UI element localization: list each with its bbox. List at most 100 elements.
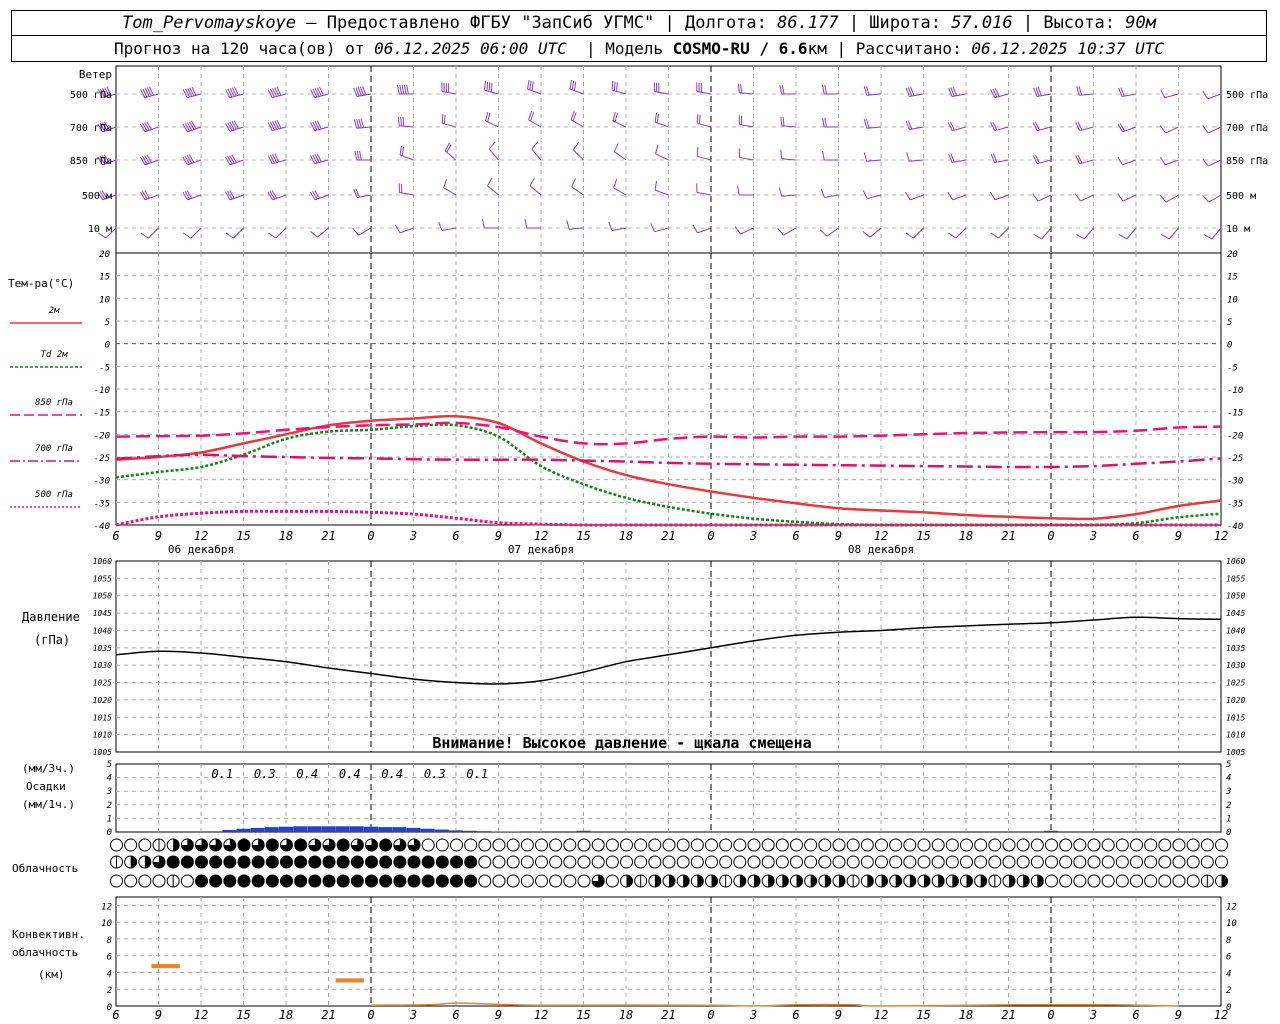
conv-unit: (км) xyxy=(38,968,65,981)
wind-barb-shaft xyxy=(867,194,882,200)
wind-barb-shaft xyxy=(994,194,1009,201)
cloud-symbol xyxy=(846,855,860,869)
cloud-symbol xyxy=(1059,855,1073,869)
temp-tick-right: -15 xyxy=(1227,409,1243,419)
cloud-title: Облачность xyxy=(12,862,78,875)
cloud-symbol xyxy=(733,855,747,869)
cloud-fill-half xyxy=(839,875,845,887)
wind-barb-shaft xyxy=(487,185,499,196)
wind-barb-shaft xyxy=(1164,159,1179,166)
wind-barb-shaft xyxy=(1164,93,1179,99)
wind-barb-feather xyxy=(224,156,231,166)
x-tick-bottom: 9 xyxy=(495,1008,502,1022)
cloud-symbol xyxy=(1002,855,1016,869)
wind-barb-feather xyxy=(573,81,577,91)
cloud-symbol xyxy=(506,838,520,852)
wind-barb-feather xyxy=(443,179,448,189)
cloud-symbol xyxy=(747,838,761,852)
wind-barb-shaft xyxy=(1126,227,1137,240)
wind-barb-feather xyxy=(1202,194,1209,203)
x-tick-temp: 3 xyxy=(749,529,757,543)
cloud-symbol xyxy=(1045,838,1058,852)
x-tick-temp: 21 xyxy=(661,529,675,543)
x-tick-temp: 9 xyxy=(495,529,502,543)
x-tick-temp: 6 xyxy=(452,529,459,543)
precip-title: Осадки xyxy=(26,780,66,793)
wind-barb-shaft xyxy=(190,227,202,239)
wind-barb-feather xyxy=(613,143,619,153)
wind-barb-feather xyxy=(780,149,783,159)
wind-barb-feather xyxy=(443,114,446,124)
precip-bar xyxy=(420,828,435,832)
cloud-symbol xyxy=(804,838,818,852)
wind-barb-feather xyxy=(400,116,403,127)
wind-barb-feather xyxy=(360,118,365,128)
cloud-symbol xyxy=(889,838,903,852)
wind-level-label-right: 10 м xyxy=(1226,224,1250,235)
wind-barb-feather xyxy=(866,119,870,129)
cloud-fill-half xyxy=(980,875,987,887)
cloud-symbol xyxy=(492,855,506,869)
legend-label: Td 2м xyxy=(40,350,68,360)
cloud-fill-half xyxy=(1037,875,1044,887)
wind-barb-feather xyxy=(399,84,402,95)
wind-barb-shaft xyxy=(655,153,669,161)
wind-barb-feather xyxy=(531,141,538,150)
cloud-symbol xyxy=(1186,874,1200,888)
cloud-symbol xyxy=(690,838,704,852)
wind-barb-feather xyxy=(146,154,152,163)
cloud-symbol xyxy=(1144,855,1158,869)
cloud-symbol xyxy=(591,855,605,869)
precip-tick-right: 3 xyxy=(1225,787,1231,797)
temp-tick-right: -5 xyxy=(1227,363,1238,373)
cloud-fill-full xyxy=(379,856,392,868)
pressure-tick-left: 1055 xyxy=(93,574,112,583)
cloud-symbol xyxy=(690,855,704,869)
cloud-fill-full xyxy=(195,856,208,868)
cloud-symbol xyxy=(577,855,591,869)
precip-tick-right: 2 xyxy=(1226,801,1231,811)
wind-barb-feather xyxy=(824,117,827,128)
pressure-tick-left: 1015 xyxy=(93,713,112,722)
cloud-fill-full xyxy=(223,856,236,868)
wind-barb-feather xyxy=(402,116,405,127)
pressure-tick-right: 1040 xyxy=(1226,626,1245,635)
x-tick-bottom: 0 xyxy=(367,1008,374,1022)
temp-tick-right: 5 xyxy=(1227,318,1232,328)
wind-barb-feather xyxy=(441,114,444,124)
temp-tick-right: 20 xyxy=(1227,250,1238,260)
wind-barb-feather xyxy=(144,155,150,164)
pressure-tick-right: 1055 xyxy=(1226,574,1245,583)
x-tick-temp: 9 xyxy=(155,529,162,543)
pressure-tick-right: 1030 xyxy=(1226,661,1245,670)
cloud-fill-half xyxy=(711,875,718,887)
cloud-fill-full xyxy=(266,875,279,887)
cloud-symbol xyxy=(563,855,577,869)
cloud-fill-full xyxy=(351,856,364,868)
wind-barb-feather xyxy=(352,227,359,236)
cloud-symbol xyxy=(1016,838,1030,852)
cloud-symbol xyxy=(945,855,959,869)
wind-barb-shaft xyxy=(488,148,499,161)
cloudiness-panel xyxy=(110,838,1228,888)
cloud-symbol xyxy=(931,838,945,852)
wind-barb-feather xyxy=(231,154,237,163)
temp-tick-left: 10 xyxy=(99,295,110,305)
x-tick-temp: 12 xyxy=(194,529,208,543)
wind-barb-feather xyxy=(182,191,188,201)
cloud-fill-half xyxy=(952,875,959,887)
cloud-fill-full xyxy=(223,875,236,887)
wind-barb-shaft xyxy=(613,187,627,196)
cloud-fill-half xyxy=(895,875,902,887)
wind-barb-feather xyxy=(224,191,231,201)
precip-bar xyxy=(392,827,407,832)
precip-3h-amount: 0.4 xyxy=(296,767,318,781)
cloud-symbol xyxy=(549,838,563,852)
wind-barb-feather xyxy=(737,83,740,93)
cloud-fill-half xyxy=(867,875,874,887)
temp-tick-left: -20 xyxy=(94,431,110,441)
pressure-tick-left: 1050 xyxy=(93,592,112,601)
wind-barb-shaft xyxy=(783,227,797,236)
cloud-fill-full xyxy=(195,875,208,887)
cloud-fill-full xyxy=(379,839,392,851)
